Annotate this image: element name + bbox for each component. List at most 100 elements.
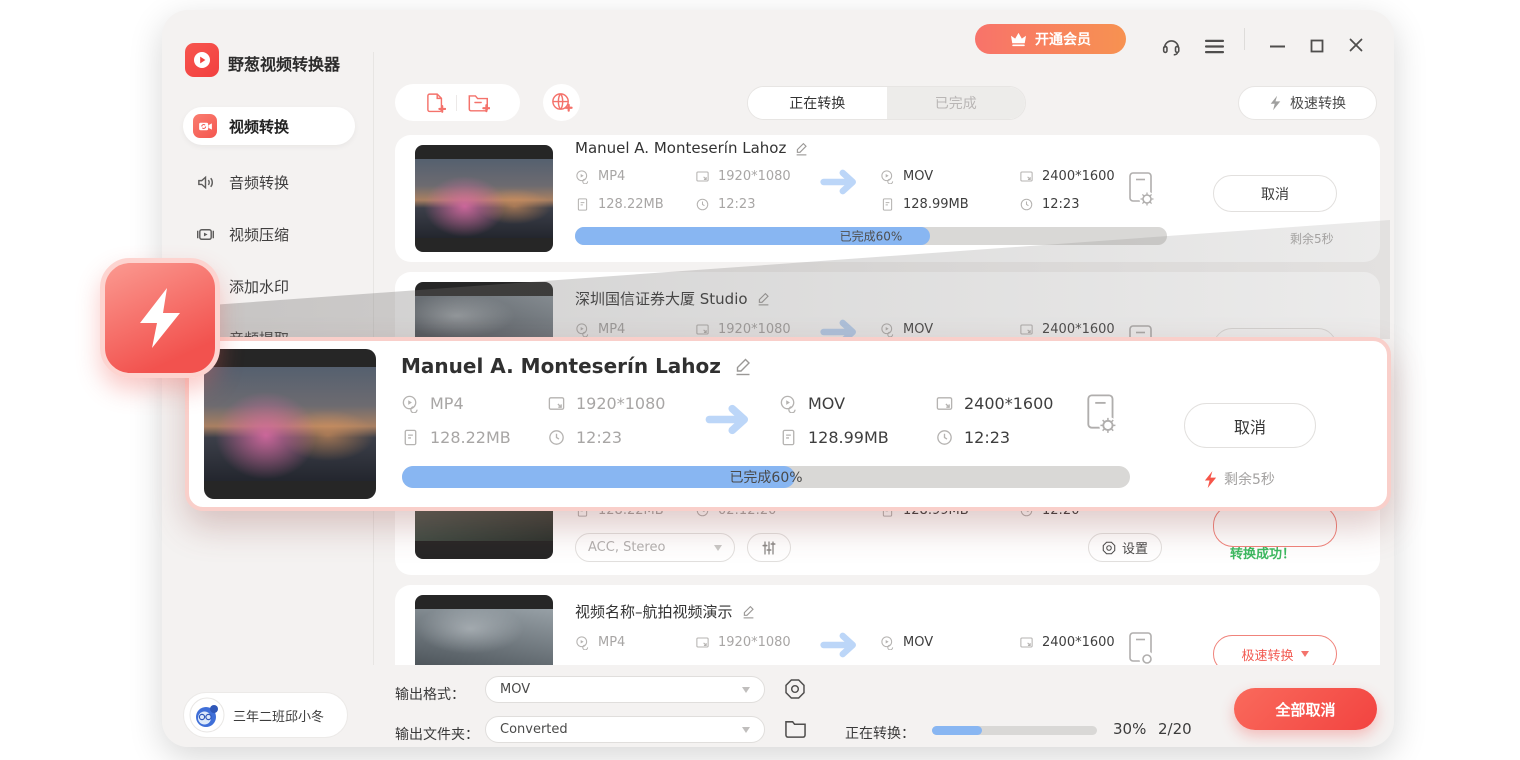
progress-percent: 30% <box>1113 720 1146 738</box>
edit-icon[interactable] <box>794 141 809 156</box>
audio-convert-icon <box>193 170 217 194</box>
resolution-icon <box>1019 169 1034 184</box>
output-format-select[interactable]: MOV <box>485 676 765 703</box>
duration-icon <box>935 428 954 447</box>
dropdown-arrow-icon <box>742 687 750 693</box>
fast-convert-badge <box>100 258 220 378</box>
crown-icon <box>1010 32 1027 47</box>
video-convert-icon <box>193 114 217 138</box>
app-logo <box>185 43 219 77</box>
membership-label: 开通会员 <box>1035 29 1091 49</box>
row-action-button[interactable] <box>1213 505 1337 547</box>
output-folder-select[interactable]: Converted <box>485 716 765 743</box>
resolution-icon <box>547 394 566 413</box>
progress-label: 已完成60% <box>575 228 1167 245</box>
arrow-right-icon <box>819 168 861 196</box>
video-thumbnail <box>415 145 553 252</box>
row-progress-bar: 已完成60% <box>402 466 1130 488</box>
open-folder-icon[interactable] <box>784 718 807 739</box>
format-settings-gear-icon[interactable] <box>784 678 806 700</box>
media-format-icon <box>401 394 420 413</box>
cancel-button[interactable]: 取消 <box>1184 403 1316 448</box>
conversion-tabs: 正在转换 已完成 <box>747 86 1026 120</box>
edit-icon[interactable] <box>756 291 771 306</box>
lightning-icon <box>134 286 186 350</box>
dropdown-arrow-icon <box>1301 651 1309 657</box>
resolution-icon <box>1019 635 1034 650</box>
media-format-icon <box>779 394 798 413</box>
fast-convert-button[interactable]: 极速转换 <box>1238 86 1377 120</box>
media-format-icon <box>575 635 590 650</box>
duration-icon <box>547 428 566 447</box>
file-row-converting: Manuel A. Monteserín Lahoz MP4 1920*1080… <box>395 135 1380 262</box>
support-headset-icon[interactable] <box>1160 35 1182 57</box>
footer-bar: 输出格式： MOV 输出文件夹： Converted <box>162 665 1394 747</box>
audio-format-select[interactable]: ACC, Stereo <box>575 533 735 562</box>
resolution-icon <box>695 169 710 184</box>
time-remaining: 剩余5秒 <box>1290 230 1334 247</box>
video-thumbnail <box>204 349 376 499</box>
sidebar-item-label: 视频压缩 <box>229 224 289 245</box>
add-file-button[interactable] <box>425 92 446 114</box>
edit-icon[interactable] <box>733 356 753 376</box>
duration-icon <box>695 197 710 212</box>
output-settings-icon[interactable] <box>1086 393 1116 437</box>
media-format-icon <box>880 635 895 650</box>
edit-icon[interactable] <box>741 604 756 619</box>
progress-label: 已完成60% <box>402 467 1130 487</box>
add-url-button[interactable] <box>543 84 580 121</box>
settings-button[interactable]: 设置 <box>1088 533 1162 562</box>
output-format-label: 输出格式： <box>395 684 465 704</box>
user-name: 三年二班邱小冬 <box>233 706 324 725</box>
fast-convert-label: 极速转换 <box>1290 93 1346 113</box>
converting-progress-label: 正在转换： <box>845 723 915 743</box>
media-format-icon <box>575 169 590 184</box>
output-folder-label: 输出文件夹： <box>395 724 479 744</box>
magnified-row-callout: Manuel A. Monteserín Lahoz MP4 1920*1080… <box>185 337 1391 511</box>
app-stage: 野葱视频转换器 视频转换 音频转换 <box>0 0 1520 760</box>
dropdown-arrow-icon <box>742 727 750 733</box>
cancel-all-button[interactable]: 全部取消 <box>1234 688 1377 730</box>
duration-icon <box>1019 197 1034 212</box>
equalizer-button[interactable] <box>747 533 791 562</box>
user-account[interactable]: 三年二班邱小冬 <box>183 692 348 738</box>
tab-converting[interactable]: 正在转换 <box>748 87 887 119</box>
close-icon[interactable] <box>1348 37 1364 53</box>
tab-completed[interactable]: 已完成 <box>887 87 1026 119</box>
global-progress-bar <box>932 726 1097 735</box>
maximize-icon[interactable] <box>1310 39 1324 53</box>
output-settings-icon[interactable] <box>1128 171 1154 209</box>
sidebar-item-label: 添加水印 <box>229 276 289 297</box>
media-format-icon <box>575 322 590 337</box>
progress-count: 2/20 <box>1158 720 1192 738</box>
time-remaining: 剩余5秒 <box>1203 469 1275 489</box>
minimize-icon[interactable] <box>1270 45 1285 48</box>
lightning-icon <box>1269 95 1282 111</box>
file-title: 视频名称–航拍视频演示 <box>575 601 756 622</box>
titlebar-separator <box>1244 28 1245 50</box>
file-title: Manuel A. Monteserín Lahoz <box>401 354 753 378</box>
add-files-group <box>395 84 520 121</box>
resolution-icon <box>1019 322 1034 337</box>
file-size-icon <box>779 428 798 447</box>
menu-icon[interactable] <box>1204 39 1225 54</box>
add-folder-button[interactable] <box>467 92 490 113</box>
output-settings-icon[interactable] <box>1128 631 1154 669</box>
sidebar-item-video-convert[interactable]: 视频转换 <box>183 107 355 145</box>
file-size-icon <box>880 197 895 212</box>
video-compress-icon <box>193 222 217 246</box>
sidebar-item-video-compress[interactable]: 视频压缩 <box>183 215 355 253</box>
lightning-icon <box>1203 470 1218 489</box>
equalizer-icon <box>761 540 777 556</box>
add-group-separator <box>456 95 457 111</box>
add-url-globe-icon <box>550 91 573 114</box>
gear-icon <box>1102 541 1116 555</box>
resolution-icon <box>695 322 710 337</box>
media-format-icon <box>880 322 895 337</box>
membership-button[interactable]: 开通会员 <box>975 24 1126 54</box>
sidebar-item-audio-convert[interactable]: 音频转换 <box>183 163 355 201</box>
avatar <box>189 697 225 733</box>
cancel-button[interactable]: 取消 <box>1213 175 1337 212</box>
file-title: 深圳国信证券大厦 Studio <box>575 288 771 309</box>
file-size-icon <box>401 428 420 447</box>
